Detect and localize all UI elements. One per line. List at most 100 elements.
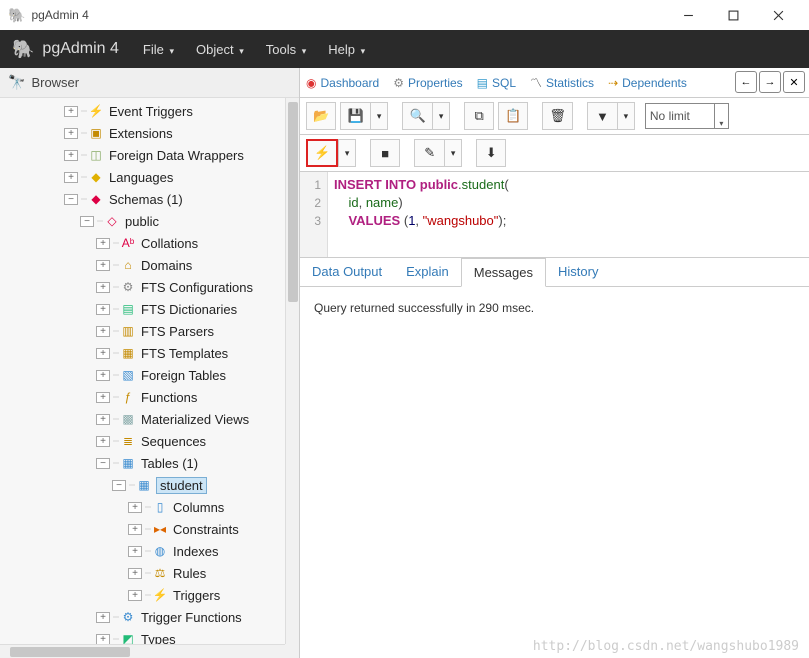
- find-button[interactable]: 🔍: [402, 102, 432, 130]
- sql-editor[interactable]: 123 INSERT INTO public.student( id, name…: [300, 172, 809, 258]
- expand-toggle[interactable]: −: [80, 216, 94, 227]
- browser-title: Browser: [31, 75, 79, 90]
- save-menu[interactable]: ▾: [370, 102, 388, 130]
- find-menu[interactable]: ▾: [432, 102, 450, 130]
- tree-node-foreign-data-wrappers[interactable]: +⋯◫Foreign Data Wrappers: [0, 144, 299, 166]
- expand-toggle[interactable]: +: [64, 172, 78, 183]
- tree-node-columns[interactable]: +⋯▯Columns: [0, 496, 299, 518]
- node-icon: ▣: [88, 125, 104, 141]
- edit-menu[interactable]: ▾: [444, 139, 462, 167]
- expand-toggle[interactable]: +: [96, 238, 110, 249]
- tree-node-functions[interactable]: +⋯ƒFunctions: [0, 386, 299, 408]
- expand-toggle[interactable]: +: [96, 392, 110, 403]
- expand-toggle[interactable]: −: [96, 458, 110, 469]
- menu-tools[interactable]: Tools ▾: [266, 42, 307, 57]
- execute-menu[interactable]: ▾: [338, 139, 356, 167]
- expand-toggle[interactable]: +: [128, 590, 142, 601]
- sql-code[interactable]: INSERT INTO public.student( id, name) VA…: [328, 172, 809, 257]
- expand-toggle[interactable]: +: [128, 546, 142, 557]
- tab-properties[interactable]: ⚙Properties: [393, 76, 462, 90]
- browser-horizontal-scrollbar[interactable]: [0, 644, 299, 658]
- tree-node-fts-templates[interactable]: +⋯▦FTS Templates: [0, 342, 299, 364]
- tree-node-fts-dictionaries[interactable]: +⋯▤FTS Dictionaries: [0, 298, 299, 320]
- expand-toggle[interactable]: +: [96, 612, 110, 623]
- expand-toggle[interactable]: +: [96, 348, 110, 359]
- tree-node-languages[interactable]: +⋯◆Languages: [0, 166, 299, 188]
- row-limit-input[interactable]: [645, 103, 715, 129]
- save-button[interactable]: 💾: [340, 102, 370, 130]
- node-label: Tables (1): [140, 456, 199, 471]
- tree-node-constraints[interactable]: +⋯▸◂Constraints: [0, 518, 299, 540]
- tab-data-output[interactable]: Data Output: [300, 258, 394, 286]
- expand-toggle[interactable]: +: [128, 502, 142, 513]
- tab-messages[interactable]: Messages: [461, 258, 546, 287]
- tree-node-extensions[interactable]: +⋯▣Extensions: [0, 122, 299, 144]
- expand-toggle[interactable]: +: [96, 414, 110, 425]
- tab-explain[interactable]: Explain: [394, 258, 461, 286]
- tab-scroll-left[interactable]: ←: [735, 71, 757, 93]
- copy-button[interactable]: ⧉: [464, 102, 494, 130]
- stop-button[interactable]: ■: [370, 139, 400, 167]
- expand-toggle[interactable]: +: [128, 568, 142, 579]
- tree-node-event-triggers[interactable]: +⋯⚡Event Triggers: [0, 100, 299, 122]
- menu-object[interactable]: Object ▾: [196, 42, 244, 57]
- expand-toggle[interactable]: +: [96, 282, 110, 293]
- tab-close[interactable]: ✕: [783, 71, 805, 93]
- tab-dashboard[interactable]: ◉Dashboard: [306, 76, 379, 90]
- tree-node-trigger-functions[interactable]: +⋯⚙Trigger Functions: [0, 606, 299, 628]
- expand-toggle[interactable]: +: [64, 150, 78, 161]
- tab-scroll-right[interactable]: →: [759, 71, 781, 93]
- expand-toggle[interactable]: +: [64, 106, 78, 117]
- node-icon: ◍: [152, 543, 168, 559]
- open-button[interactable]: 📂: [306, 102, 336, 130]
- tree-node-fts-configurations[interactable]: +⋯⚙FTS Configurations: [0, 276, 299, 298]
- expand-toggle[interactable]: +: [96, 326, 110, 337]
- tree-node-rules[interactable]: +⋯⚖Rules: [0, 562, 299, 584]
- tab-history[interactable]: History: [546, 258, 610, 286]
- tree-node-sequences[interactable]: +⋯≣Sequences: [0, 430, 299, 452]
- menu-file[interactable]: File ▾: [143, 42, 174, 57]
- tab-dependents[interactable]: ⇢Dependents: [608, 76, 687, 90]
- tree-node-fts-parsers[interactable]: +⋯▥FTS Parsers: [0, 320, 299, 342]
- node-icon: ⚙: [120, 279, 136, 295]
- tree-node-triggers[interactable]: +⋯⚡Triggers: [0, 584, 299, 606]
- expand-toggle[interactable]: +: [96, 634, 110, 645]
- tab-statistics[interactable]: 〽Statistics: [530, 74, 594, 91]
- tab-sql[interactable]: ▤SQL: [477, 76, 516, 90]
- expand-toggle[interactable]: +: [96, 370, 110, 381]
- browser-vertical-scrollbar[interactable]: [285, 98, 299, 644]
- edit-button[interactable]: ✎: [414, 139, 444, 167]
- row-limit[interactable]: ▾: [645, 103, 729, 129]
- menu-help[interactable]: Help ▾: [328, 42, 365, 57]
- tree-node-public[interactable]: −⋯◇public: [0, 210, 299, 232]
- expand-toggle[interactable]: +: [96, 304, 110, 315]
- close-button[interactable]: [756, 0, 801, 30]
- filter-button[interactable]: ▼: [587, 102, 617, 130]
- tree-node-schemas-1-[interactable]: −⋯◆Schemas (1): [0, 188, 299, 210]
- expand-toggle[interactable]: −: [64, 194, 78, 205]
- minimize-button[interactable]: [666, 0, 711, 30]
- tree-node-types[interactable]: +⋯◩Types: [0, 628, 299, 644]
- tree-node-indexes[interactable]: +⋯◍Indexes: [0, 540, 299, 562]
- filter-menu[interactable]: ▾: [617, 102, 635, 130]
- tree-node-materialized-views[interactable]: +⋯▩Materialized Views: [0, 408, 299, 430]
- tree-node-foreign-tables[interactable]: +⋯▧Foreign Tables: [0, 364, 299, 386]
- expand-toggle[interactable]: +: [128, 524, 142, 535]
- paste-button[interactable]: 📋: [498, 102, 528, 130]
- expand-toggle[interactable]: +: [64, 128, 78, 139]
- object-tree[interactable]: +⋯⚡Event Triggers+⋯▣Extensions+⋯◫Foreign…: [0, 98, 299, 644]
- execute-button[interactable]: ⚡: [306, 139, 338, 167]
- tree-node-tables-1-[interactable]: −⋯▦Tables (1): [0, 452, 299, 474]
- expand-toggle[interactable]: +: [96, 436, 110, 447]
- expand-toggle[interactable]: −: [112, 480, 126, 491]
- node-label: Foreign Data Wrappers: [108, 148, 245, 163]
- node-icon: ◩: [120, 631, 136, 644]
- download-button[interactable]: ⬇: [476, 139, 506, 167]
- tree-node-student[interactable]: −⋯▦student: [0, 474, 299, 496]
- row-limit-dropdown[interactable]: ▾: [715, 103, 729, 129]
- tree-node-domains[interactable]: +⋯⌂Domains: [0, 254, 299, 276]
- tree-node-collations[interactable]: +⋯AᵇCollations: [0, 232, 299, 254]
- delete-button[interactable]: 🗑: [542, 102, 573, 130]
- maximize-button[interactable]: [711, 0, 756, 30]
- expand-toggle[interactable]: +: [96, 260, 110, 271]
